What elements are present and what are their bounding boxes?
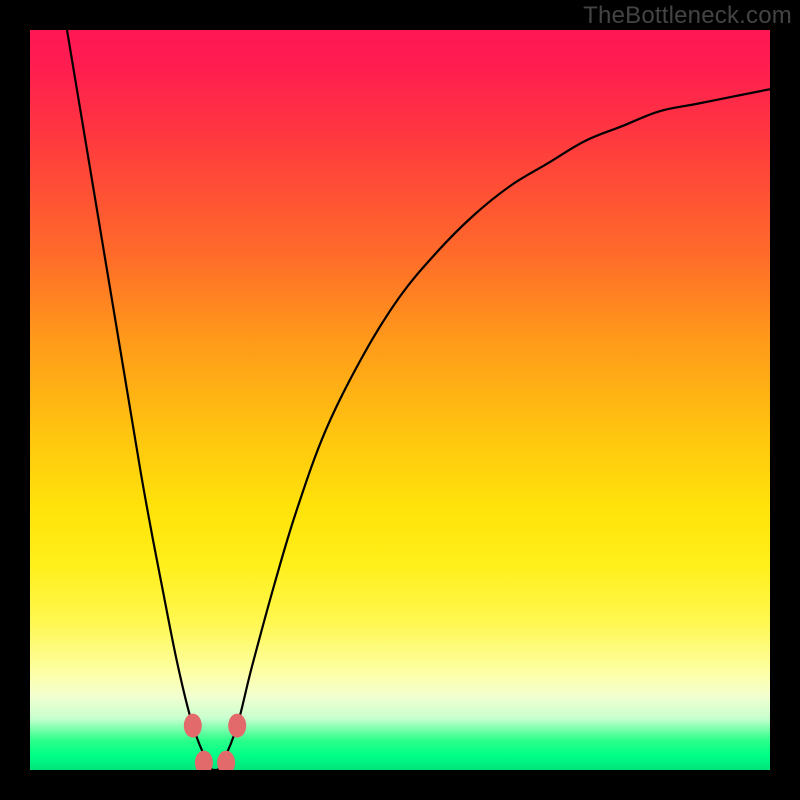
data-marker	[228, 714, 246, 738]
plot-area	[30, 30, 770, 770]
chart-svg	[30, 30, 770, 770]
bottleneck-curve	[67, 30, 770, 770]
chart-frame: TheBottleneck.com	[0, 0, 800, 800]
data-marker	[217, 751, 235, 770]
watermark-text: TheBottleneck.com	[583, 2, 792, 30]
data-marker	[195, 751, 213, 770]
markers-group	[184, 714, 246, 770]
data-marker	[184, 714, 202, 738]
